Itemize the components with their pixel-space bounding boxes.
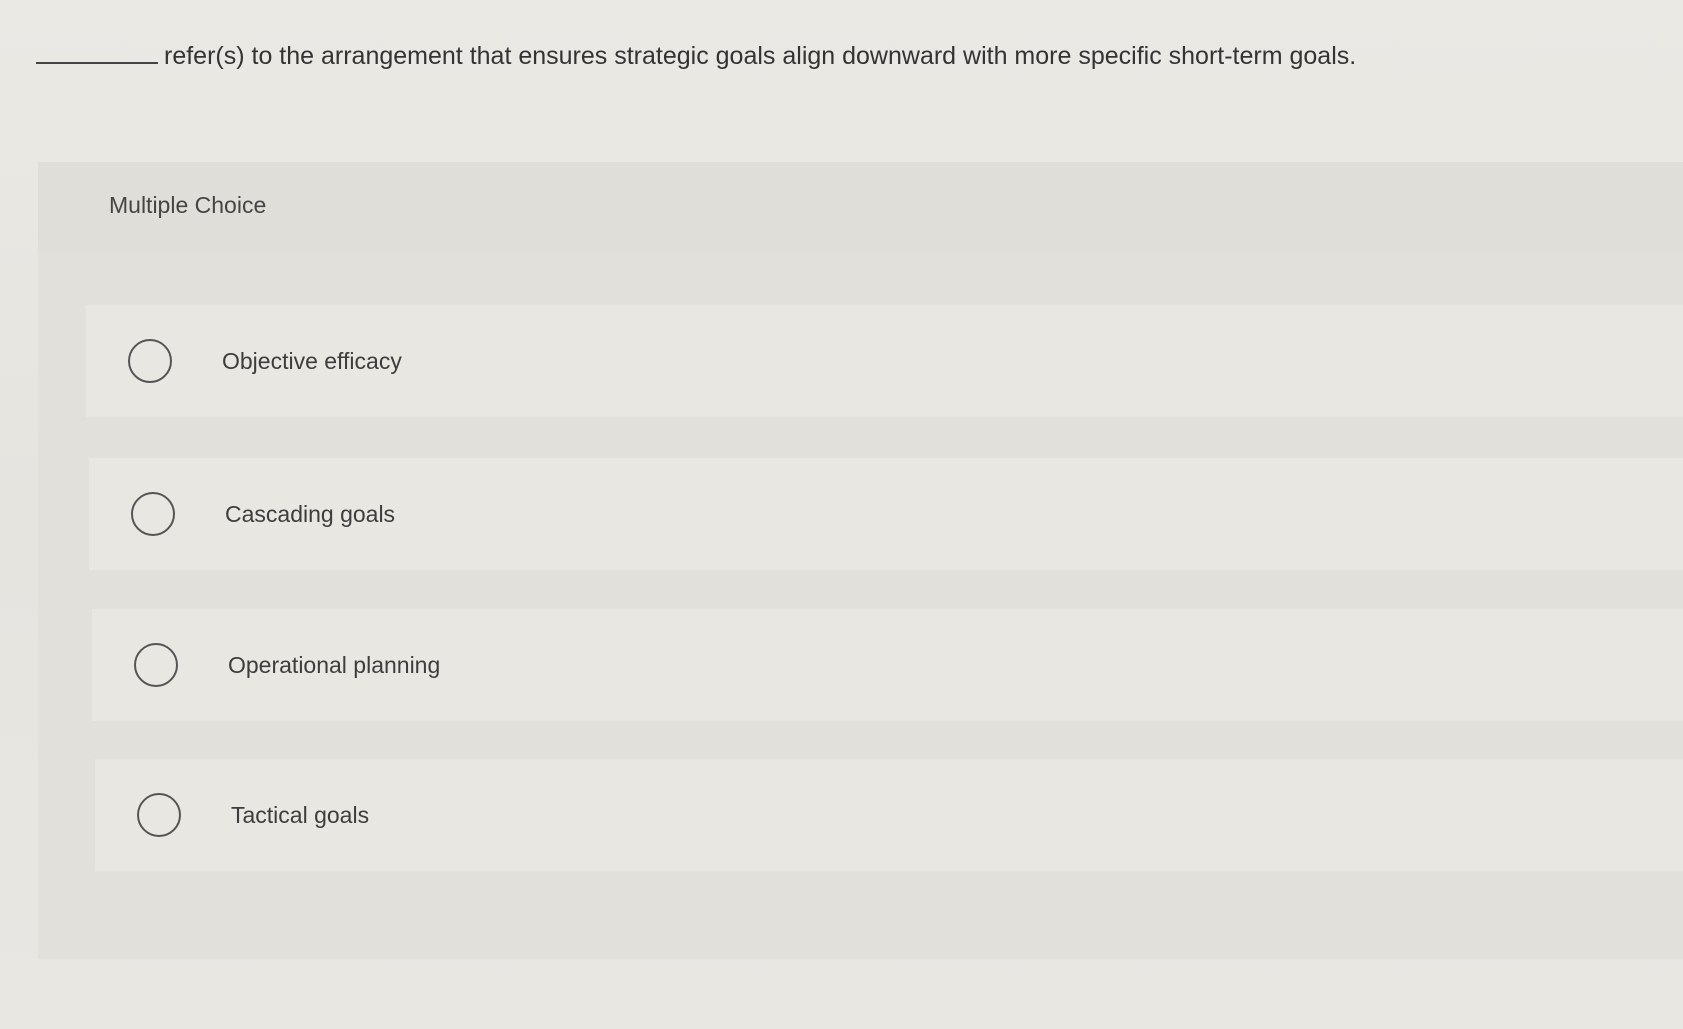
choice-label: Tactical goals [231, 801, 370, 828]
choice-label: Cascading goals [225, 500, 396, 527]
answer-panel: Multiple Choice Objective efficacy Casca… [38, 162, 1683, 959]
choice-label: Objective efficacy [222, 347, 402, 374]
choice-tactical-goals[interactable]: Tactical goals [95, 759, 1683, 871]
panel-title: Multiple Choice [109, 192, 267, 218]
page: refer(s) to the arrangement that ensures… [0, 0, 1683, 1029]
choice-operational-planning[interactable]: Operational planning [92, 609, 1683, 721]
choice-label: Operational planning [228, 651, 441, 678]
radio-button[interactable] [131, 492, 175, 536]
radio-button[interactable] [134, 643, 178, 687]
choice-objective-efficacy[interactable]: Objective efficacy [86, 305, 1683, 417]
radio-button[interactable] [128, 339, 172, 383]
question-text: refer(s) to the arrangement that ensures… [36, 36, 1636, 76]
panel-header: Multiple Choice [38, 162, 1683, 250]
choice-cascading-goals[interactable]: Cascading goals [89, 458, 1683, 570]
radio-button[interactable] [137, 793, 181, 837]
answer-blank [36, 58, 158, 64]
question-stem: refer(s) to the arrangement that ensures… [164, 42, 1357, 70]
